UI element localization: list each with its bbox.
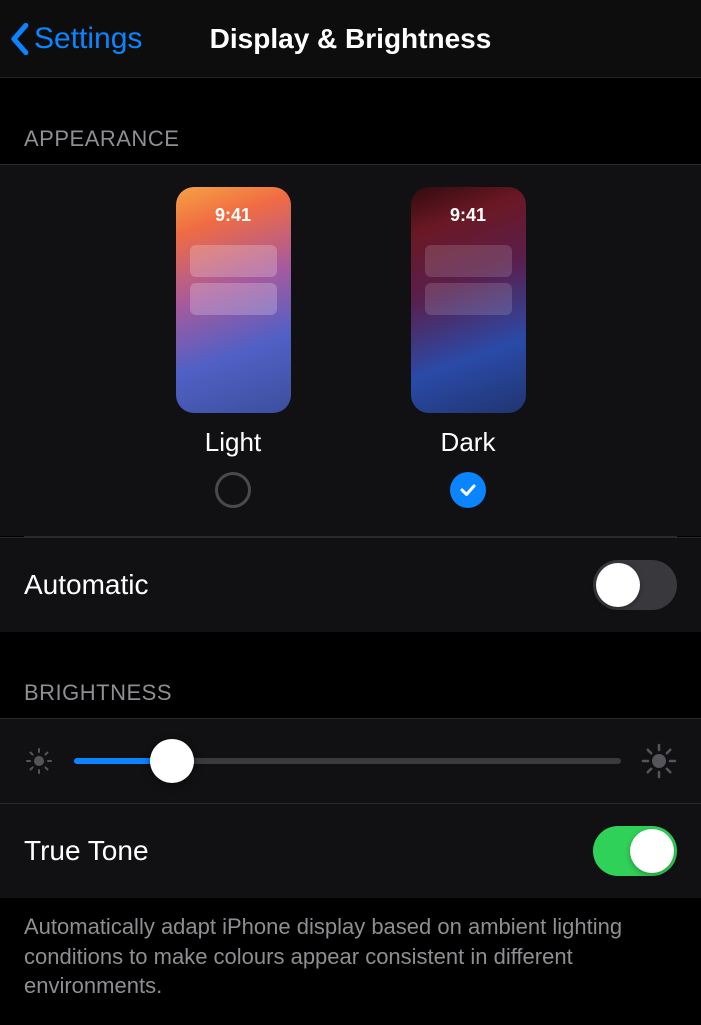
appearance-panel: 9:41 Light 9:41 Dark — [0, 164, 701, 536]
toggle-knob — [630, 829, 674, 873]
appearance-header: Appearance — [0, 78, 701, 164]
light-preview: 9:41 — [176, 187, 291, 413]
dark-label: Dark — [441, 427, 496, 458]
brightness-header: Brightness — [0, 632, 701, 718]
preview-widget — [190, 245, 277, 277]
true-tone-description: Automatically adapt iPhone display based… — [0, 898, 701, 1025]
appearance-option-light[interactable]: 9:41 Light — [176, 187, 291, 508]
checkmark-icon — [458, 480, 478, 500]
back-button[interactable]: Settings — [8, 22, 142, 56]
dark-radio[interactable] — [450, 472, 486, 508]
automatic-toggle[interactable] — [593, 560, 677, 610]
back-label: Settings — [34, 22, 142, 56]
brightness-row — [0, 718, 701, 803]
true-tone-row: True Tone — [0, 803, 701, 898]
chevron-left-icon — [8, 22, 30, 56]
preview-time: 9:41 — [176, 205, 291, 226]
sun-small-icon — [24, 746, 54, 776]
preview-widget — [190, 283, 277, 315]
appearance-option-dark[interactable]: 9:41 Dark — [411, 187, 526, 508]
toggle-knob — [596, 563, 640, 607]
slider-thumb[interactable] — [150, 739, 194, 783]
automatic-row: Automatic — [0, 537, 701, 632]
preview-widget — [425, 245, 512, 277]
preview-widget — [425, 283, 512, 315]
preview-time: 9:41 — [411, 205, 526, 226]
dark-preview: 9:41 — [411, 187, 526, 413]
true-tone-label: True Tone — [24, 835, 149, 867]
light-radio[interactable] — [215, 472, 251, 508]
brightness-slider[interactable] — [74, 741, 621, 781]
navbar: Settings Display & Brightness — [0, 0, 701, 78]
automatic-label: Automatic — [24, 569, 149, 601]
sun-large-icon — [641, 743, 677, 779]
light-label: Light — [205, 427, 261, 458]
true-tone-toggle[interactable] — [593, 826, 677, 876]
